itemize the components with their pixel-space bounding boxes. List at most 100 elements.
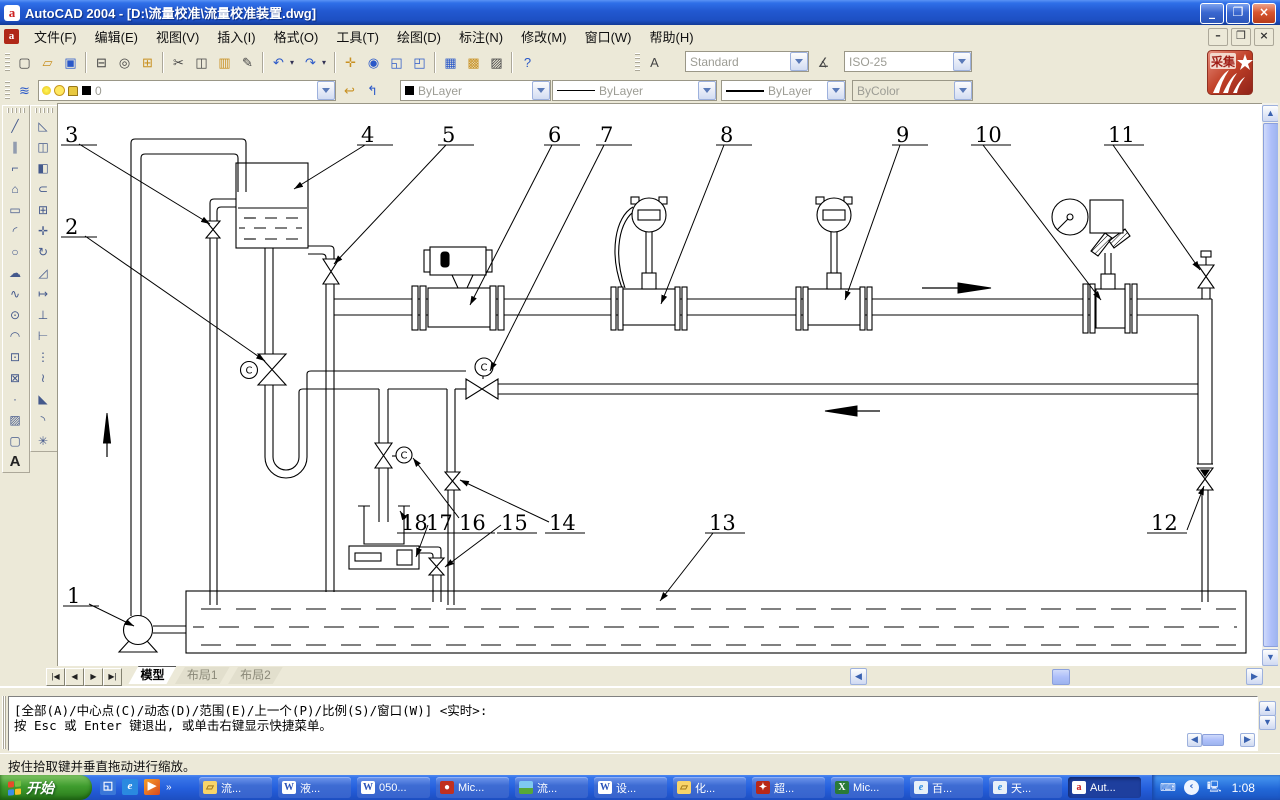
ellipse-icon[interactable]: ⊙ xyxy=(3,304,27,325)
properties-icon[interactable]: ▦ xyxy=(439,52,462,74)
mdi-close-button[interactable]: × xyxy=(1254,28,1274,46)
publish-icon[interactable]: ⊞ xyxy=(136,52,159,74)
combo-arrow-icon[interactable] xyxy=(954,81,972,100)
layer-bulb-icon[interactable] xyxy=(42,86,51,95)
break-at-point-icon[interactable]: ⋮ xyxy=(31,346,55,367)
construction-line-icon[interactable]: ∥ xyxy=(3,136,27,157)
tool-palettes-icon[interactable]: ▨ xyxy=(485,52,508,74)
paste-icon[interactable]: ▥ xyxy=(213,52,236,74)
tab-model[interactable]: 模型 xyxy=(128,666,176,684)
layer-properties-icon[interactable]: ≋ xyxy=(13,80,36,102)
scroll-right-icon[interactable]: ▶ xyxy=(1246,668,1263,685)
explode-icon[interactable]: ✳ xyxy=(31,430,55,451)
plot-icon[interactable]: ⊟ xyxy=(90,52,113,74)
polygon-icon[interactable]: ⌂ xyxy=(3,178,27,199)
layer-previous-icon[interactable]: ↩ xyxy=(338,80,361,102)
zoom-previous-icon[interactable]: ◰ xyxy=(408,52,431,74)
menu-help[interactable]: 帮助(H) xyxy=(641,24,703,49)
task-button-2[interactable]: W 液... xyxy=(278,777,351,798)
keyboard-icon[interactable]: ⌨ xyxy=(1160,781,1176,794)
match-properties-icon[interactable]: ✎ xyxy=(236,52,259,74)
redo-icon[interactable]: ↷ xyxy=(299,52,322,74)
move-icon[interactable]: ✛ xyxy=(31,220,55,241)
save-icon[interactable]: ▣ xyxy=(59,52,82,74)
linetype-combo[interactable]: ByLayer xyxy=(552,80,717,101)
show-desktop-icon[interactable]: ◱ xyxy=(100,779,116,795)
menu-format[interactable]: 格式(O) xyxy=(265,24,328,49)
layer-lock-icon[interactable] xyxy=(68,86,78,96)
task-button-12-active[interactable]: a Aut... xyxy=(1068,777,1141,798)
help-icon[interactable]: ? xyxy=(516,52,539,74)
rectangle-icon[interactable]: ▭ xyxy=(3,199,27,220)
spline-icon[interactable]: ∿ xyxy=(3,283,27,304)
tab-prev-icon[interactable]: ◀ xyxy=(65,668,84,686)
menu-draw[interactable]: 绘图(D) xyxy=(388,24,450,49)
toolbar-grip[interactable] xyxy=(5,81,10,101)
polyline-icon[interactable]: ⌐ xyxy=(3,157,27,178)
pan-realtime-icon[interactable]: ✛ xyxy=(339,52,362,74)
vertical-scroll-thumb[interactable] xyxy=(1263,123,1279,647)
close-button[interactable]: × xyxy=(1252,3,1276,24)
revision-cloud-icon[interactable]: ☁ xyxy=(3,262,27,283)
mdi-restore-button[interactable]: ❐ xyxy=(1231,28,1251,46)
chamfer-icon[interactable]: ◣ xyxy=(31,388,55,409)
minimize-button[interactable]: _ xyxy=(1200,3,1224,24)
array-icon[interactable]: ⊞ xyxy=(31,199,55,220)
task-button-8[interactable]: ✦ 超... xyxy=(752,777,825,798)
insert-block-icon[interactable]: ⊡ xyxy=(3,346,27,367)
layer-combo[interactable]: 0 xyxy=(38,80,336,101)
hatch-icon[interactable]: ▨ xyxy=(3,409,27,430)
text-style-icon[interactable]: A xyxy=(643,52,666,74)
copy-icon[interactable]: ◫ xyxy=(190,52,213,74)
command-window-grip[interactable] xyxy=(2,696,6,749)
rotate-icon[interactable]: ↻ xyxy=(31,241,55,262)
command-scroll-down-icon[interactable]: ▼ xyxy=(1259,715,1276,730)
dim-style-icon[interactable]: ∡ xyxy=(812,52,835,74)
toolbar-grip[interactable] xyxy=(7,108,25,113)
menu-dimension[interactable]: 标注(N) xyxy=(450,24,512,49)
mirror-icon[interactable]: ◧ xyxy=(31,157,55,178)
toolbar-grip[interactable] xyxy=(5,53,10,73)
tab-next-icon[interactable]: ▶ xyxy=(84,668,103,686)
command-scroll-left-icon[interactable]: ◀ xyxy=(1187,733,1202,747)
combo-arrow-icon[interactable] xyxy=(953,52,971,71)
command-text-area[interactable]: [全部(A)/中心点(C)/动态(D)/范围(E)/上一个(P)/比例(S)/窗… xyxy=(8,696,1258,751)
model-space-canvas[interactable]: C C C 1 2 3 4 5 6 7 8 9 10 11 12 xyxy=(57,103,1263,667)
open-icon[interactable]: ▱ xyxy=(36,52,59,74)
restore-button[interactable]: ❐ xyxy=(1226,3,1250,24)
offset-icon[interactable]: ⊂ xyxy=(31,178,55,199)
fillet-icon[interactable]: ◝ xyxy=(31,409,55,430)
canvas-vertical-scrollbar[interactable]: ▲ ▼ xyxy=(1262,103,1278,666)
menu-window[interactable]: 窗口(W) xyxy=(576,24,641,49)
network-icon[interactable]: 🖳 xyxy=(1207,778,1222,797)
plot-style-combo[interactable]: ByColor xyxy=(852,80,973,101)
undo-dropdown-icon[interactable]: ▾ xyxy=(290,52,299,74)
combo-arrow-icon[interactable] xyxy=(790,52,808,71)
menu-edit[interactable]: 编辑(E) xyxy=(86,24,147,49)
task-button-7[interactable]: ▱ 化... xyxy=(673,777,746,798)
lineweight-combo[interactable]: ByLayer xyxy=(721,80,846,101)
region-icon[interactable]: ▢ xyxy=(3,430,27,451)
text-style-combo[interactable]: Standard xyxy=(685,51,809,72)
scroll-down-icon[interactable]: ▼ xyxy=(1262,649,1279,666)
menu-file[interactable]: 文件(F) xyxy=(25,24,86,49)
plot-preview-icon[interactable]: ◎ xyxy=(113,52,136,74)
mdi-minimize-button[interactable]: – xyxy=(1208,28,1228,46)
combo-arrow-icon[interactable] xyxy=(698,81,716,100)
line-icon[interactable]: ╱ xyxy=(3,115,27,136)
erase-icon[interactable]: ◺ xyxy=(31,115,55,136)
scroll-up-icon[interactable]: ▲ xyxy=(1262,105,1279,122)
arc-icon[interactable]: ◜ xyxy=(3,220,27,241)
stretch-icon[interactable]: ↦ xyxy=(31,283,55,304)
redo-dropdown-icon[interactable]: ▾ xyxy=(322,52,331,74)
tab-layout2[interactable]: 布局2 xyxy=(228,667,283,684)
task-button-5[interactable]: 流... xyxy=(515,777,588,798)
color-combo[interactable]: ByLayer xyxy=(400,80,551,101)
combo-arrow-icon[interactable] xyxy=(532,81,550,100)
tray-clock[interactable]: 1:08 xyxy=(1232,781,1255,795)
ellipse-arc-icon[interactable]: ◠ xyxy=(3,325,27,346)
layer-states-icon[interactable]: ↰ xyxy=(361,80,384,102)
zoom-realtime-icon[interactable]: ◉ xyxy=(362,52,385,74)
task-button-3[interactable]: W 050... xyxy=(357,777,430,798)
extend-icon[interactable]: ⊢ xyxy=(31,325,55,346)
